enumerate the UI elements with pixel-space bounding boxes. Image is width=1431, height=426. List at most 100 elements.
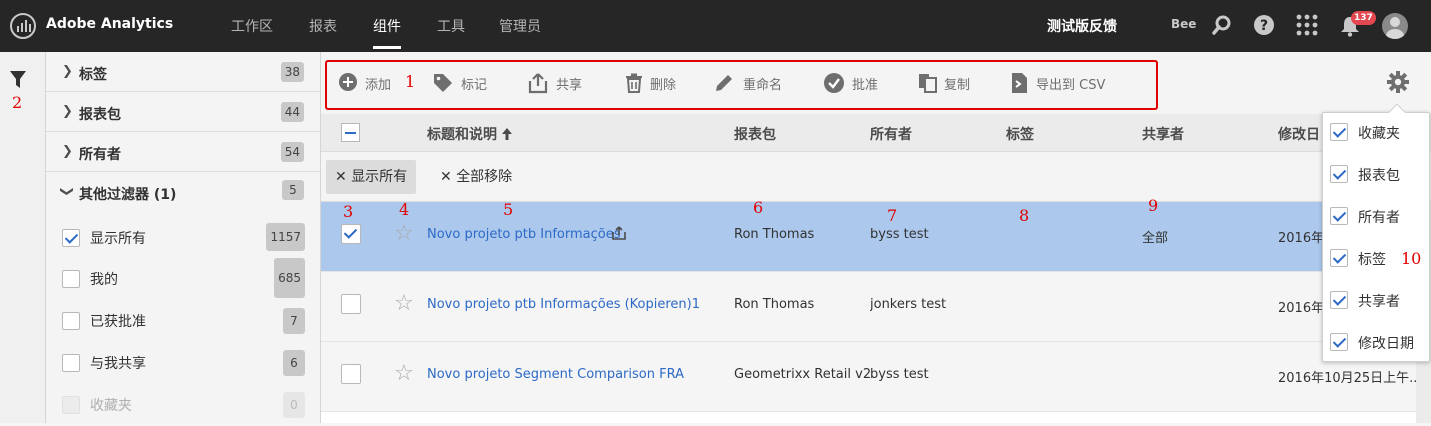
column-tags-header[interactable]: 标签 <box>1006 124 1034 144</box>
nav-admin[interactable]: 管理员 <box>499 16 541 36</box>
column-shared-with-header[interactable]: 共享者 <box>1142 124 1184 144</box>
owner-cell: byss test <box>870 367 929 382</box>
share-label: 共享 <box>556 78 583 93</box>
export-csv-label: 导出到 CSV <box>1036 78 1106 93</box>
avatar-icon[interactable] <box>1382 13 1408 39</box>
approve-button[interactable]: 批准 <box>823 72 893 96</box>
app-title[interactable]: Adobe Analytics <box>46 16 173 32</box>
filter-label: 与我共享 <box>90 356 146 372</box>
column-toggle-modified[interactable]: 修改日期 <box>1330 328 1430 358</box>
adobe-analytics-logo-icon[interactable] <box>10 13 36 39</box>
column-toggle-label: 收藏夹 <box>1358 126 1400 142</box>
help-icon[interactable]: ? <box>1253 14 1275 36</box>
column-title-header[interactable]: 标题和说明 <box>427 124 512 144</box>
arrow-up-icon <box>501 128 512 140</box>
filter-mine[interactable]: 我的 685 <box>62 258 321 300</box>
annotation-8: 8 <box>1019 206 1030 225</box>
facet-other-filters[interactable]: ❯ 其他过滤器 (1) 5 <box>46 172 321 212</box>
column-toggle-tags[interactable]: 标签 10 <box>1330 244 1430 274</box>
beta-feedback-link[interactable]: 测试版反馈 <box>1047 16 1117 36</box>
facet-count: 54 <box>280 142 304 162</box>
checkbox[interactable] <box>62 270 80 288</box>
search-icon[interactable] <box>1211 14 1233 36</box>
facet-label: 所有者 <box>79 147 121 163</box>
share-button[interactable]: 共享 <box>527 72 597 96</box>
delete-button[interactable]: 删除 <box>623 72 693 96</box>
nav-tools[interactable]: 工具 <box>437 16 465 36</box>
tag-icon <box>432 72 454 94</box>
row-checkbox[interactable] <box>341 364 361 384</box>
checkbox[interactable] <box>62 312 80 330</box>
show-all-chip[interactable]: ✕ 显示所有 <box>326 160 417 194</box>
modified-cell: 2016年10月25日上午... <box>1278 371 1416 386</box>
checkbox[interactable] <box>62 354 80 372</box>
pencil-icon <box>713 72 735 94</box>
column-toggle-report-suite[interactable]: 报表包 <box>1330 160 1430 190</box>
star-favorite-icon[interactable]: ☆ <box>394 293 414 315</box>
close-icon[interactable]: ✕ <box>440 169 452 185</box>
tag-button[interactable]: 标记 <box>432 72 502 96</box>
table-row[interactable]: ☆ Novo projeto ptb Informações (Kopieren… <box>321 272 1416 342</box>
shared-icon <box>612 226 626 240</box>
facet-report-suites[interactable]: ❯ 报表包 44 <box>46 92 321 132</box>
column-toggle-owner[interactable]: 所有者 <box>1330 202 1430 232</box>
filter-icon[interactable] <box>10 71 26 89</box>
column-owner-header[interactable]: 所有者 <box>870 124 912 144</box>
copy-button[interactable]: 复制 <box>917 72 987 96</box>
column-toggle-label: 所有者 <box>1358 210 1400 226</box>
checkbox[interactable] <box>1330 207 1348 225</box>
annotation-4: 4 <box>399 200 410 219</box>
row-checkbox[interactable] <box>341 294 361 314</box>
filter-count: 1157 <box>266 223 305 251</box>
rename-button[interactable]: 重命名 <box>713 72 803 96</box>
table-row[interactable]: 3 4 5 6 7 8 9 ☆ Novo projeto ptb Informa… <box>321 196 1416 272</box>
close-icon[interactable]: ✕ <box>335 169 347 185</box>
table-row[interactable]: ☆ Novo projeto Segment Comparison FRA Ge… <box>321 342 1416 412</box>
app-grid-icon[interactable] <box>1296 14 1318 36</box>
facet-label: 标签 <box>79 67 107 83</box>
nav-workspace[interactable]: 工作区 <box>231 16 273 36</box>
checkbox[interactable] <box>1330 291 1348 309</box>
filter-show-all[interactable]: 显示所有 1157 <box>62 217 321 259</box>
checkbox[interactable] <box>1330 249 1348 267</box>
checkbox[interactable] <box>1330 165 1348 183</box>
user-short-name[interactable]: Bee <box>1171 17 1196 31</box>
filter-label: 收藏夹 <box>90 398 132 414</box>
checkbox[interactable] <box>62 229 80 247</box>
annotation-9: 9 <box>1148 196 1159 215</box>
column-toggle-shared-with[interactable]: 共享者 <box>1330 286 1430 316</box>
column-toggle-label: 修改日期 <box>1358 336 1414 352</box>
facet-tags[interactable]: ❯ 标签 38 <box>46 52 321 92</box>
approve-check-icon <box>823 72 845 94</box>
remove-all-chip[interactable]: ✕ 全部移除 <box>431 160 521 194</box>
checkbox[interactable] <box>1330 123 1348 141</box>
export-csv-button[interactable]: 导出到 CSV <box>1009 72 1119 96</box>
checkbox <box>62 396 80 414</box>
select-all-checkbox[interactable] <box>341 123 360 142</box>
toolbar-area: 添加 1 标记 共享 删除 重命名 批准 复制 导出到 CSV <box>321 52 1431 114</box>
nav-components[interactable]: 组件 <box>373 16 401 36</box>
star-favorite-icon[interactable]: ☆ <box>394 363 414 385</box>
column-report-suite-header[interactable]: 报表包 <box>734 124 776 144</box>
checkbox[interactable] <box>1330 333 1348 351</box>
facet-owners[interactable]: ❯ 所有者 54 <box>46 132 321 172</box>
trash-icon <box>623 72 645 94</box>
filter-approved[interactable]: 已获批准 7 <box>62 300 321 342</box>
active-filter-chips: ✕ 显示所有 ✕ 全部移除 <box>321 152 1431 202</box>
delete-label: 删除 <box>650 78 677 93</box>
filter-shared-with-me[interactable]: 与我共享 6 <box>62 342 321 384</box>
nav-reports[interactable]: 报表 <box>309 16 337 36</box>
approve-label: 批准 <box>852 78 879 93</box>
component-title-link[interactable]: Novo projeto Segment Comparison FRA <box>427 367 684 382</box>
filter-label: 我的 <box>90 272 118 288</box>
top-bar: Adobe Analytics 工作区 报表 组件 工具 管理员 测试版反馈 B… <box>0 0 1431 52</box>
column-toggle-favorites[interactable]: 收藏夹 <box>1330 118 1430 148</box>
component-title-link[interactable]: Novo projeto ptb Informações <box>427 227 620 242</box>
row-checkbox[interactable] <box>341 224 361 244</box>
annotation-1: 1 <box>405 72 416 91</box>
gear-icon[interactable] <box>1387 71 1409 93</box>
component-title-link[interactable]: Novo projeto ptb Informações (Kopieren)1 <box>427 297 700 312</box>
facet-label: 报表包 <box>79 107 121 123</box>
column-modified-header[interactable]: 修改日 <box>1278 124 1320 144</box>
star-favorite-icon[interactable]: ☆ <box>394 223 414 245</box>
